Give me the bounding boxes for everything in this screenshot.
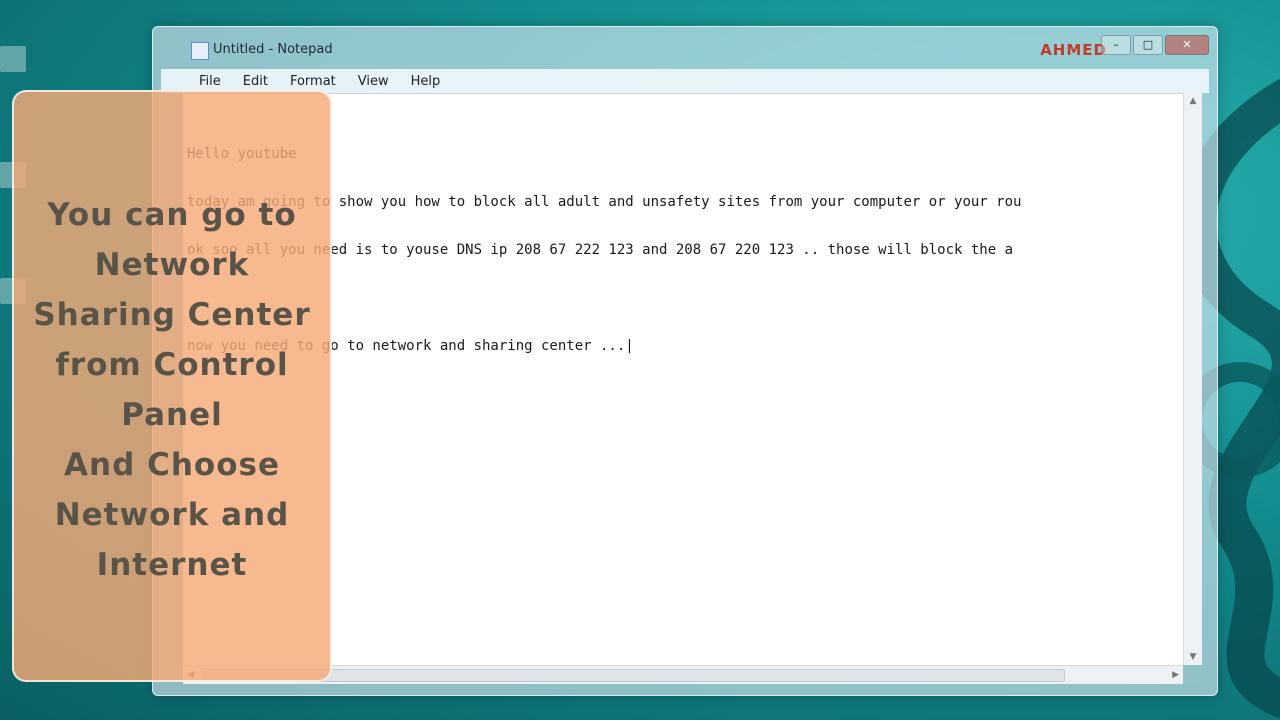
scroll-down-icon[interactable]: ▼ bbox=[1184, 649, 1202, 665]
tutorial-callout: You can go to Network Sharing Center fro… bbox=[12, 90, 332, 682]
window-title: Untitled - Notepad bbox=[213, 42, 333, 57]
vertical-scrollbar[interactable]: ▲ ▼ bbox=[1183, 93, 1202, 665]
callout-line: Panel bbox=[121, 397, 223, 433]
menu-format[interactable]: Format bbox=[286, 72, 340, 91]
menu-edit[interactable]: Edit bbox=[239, 72, 272, 91]
menu-view[interactable]: View bbox=[354, 72, 393, 91]
brand-watermark: AHMED bbox=[1040, 41, 1107, 59]
minimize-button[interactable]: – bbox=[1101, 35, 1131, 55]
callout-text: You can go to Network Sharing Center fro… bbox=[14, 190, 330, 590]
callout-line: from Control bbox=[55, 347, 289, 383]
title-bar[interactable]: Untitled - Notepad AHMED – □ ✕ bbox=[153, 27, 1217, 69]
menu-help[interactable]: Help bbox=[407, 72, 445, 91]
text-editor[interactable]: Hello youtube today am going to show you… bbox=[183, 93, 1183, 666]
callout-line: Network and bbox=[54, 497, 290, 533]
callout-line: You can go to bbox=[47, 197, 297, 233]
horizontal-scroll-thumb[interactable] bbox=[203, 669, 1065, 682]
callout-line: Internet bbox=[96, 547, 248, 583]
callout-line: Sharing Center bbox=[33, 297, 311, 333]
notepad-icon bbox=[191, 42, 209, 60]
horizontal-scrollbar[interactable]: ◀ ▶ bbox=[183, 665, 1183, 684]
close-button[interactable]: ✕ bbox=[1165, 35, 1209, 55]
desktop-icon[interactable] bbox=[0, 46, 26, 72]
callout-line: Network bbox=[94, 247, 250, 283]
scroll-up-icon[interactable]: ▲ bbox=[1184, 93, 1202, 109]
menu-file[interactable]: File bbox=[195, 72, 225, 91]
scroll-right-icon[interactable]: ▶ bbox=[1172, 666, 1179, 684]
callout-line: And Choose bbox=[64, 447, 280, 483]
maximize-button[interactable]: □ bbox=[1133, 35, 1163, 55]
window-controls: – □ ✕ bbox=[1101, 35, 1209, 55]
